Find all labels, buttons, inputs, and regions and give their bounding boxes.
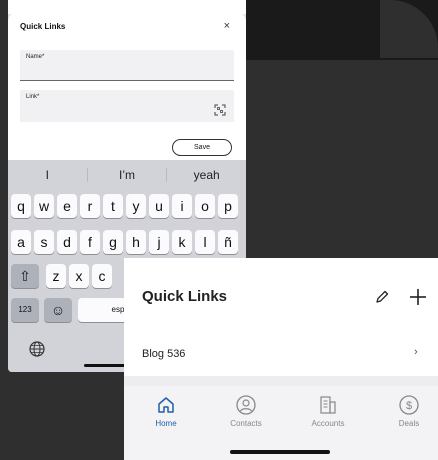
key-j[interactable]: j: [149, 230, 169, 254]
link-field[interactable]: Link*: [20, 90, 234, 122]
section-divider: [124, 376, 438, 386]
key-e[interactable]: e: [57, 194, 77, 218]
key-l[interactable]: l: [195, 230, 215, 254]
key-x[interactable]: x: [69, 264, 89, 288]
chevron-right-icon: ›: [414, 346, 418, 358]
key-w[interactable]: w: [34, 194, 54, 218]
suggestion-bar: I I’m yeah: [8, 160, 246, 190]
key-k[interactable]: k: [172, 230, 192, 254]
modal-title: Quick Links: [20, 22, 66, 31]
key-y[interactable]: y: [126, 194, 146, 218]
numbers-key[interactable]: 123: [11, 298, 39, 322]
home-indicator: [230, 450, 330, 454]
tab-home[interactable]: Home: [127, 394, 205, 438]
key-t[interactable]: t: [103, 194, 123, 218]
page-title: Quick Links: [142, 288, 228, 305]
key-a[interactable]: a: [11, 230, 31, 254]
key-h[interactable]: h: [126, 230, 146, 254]
pencil-icon[interactable]: [374, 289, 390, 305]
shift-key[interactable]: ⇧: [11, 264, 39, 288]
key-d[interactable]: d: [57, 230, 77, 254]
key-r[interactable]: r: [80, 194, 100, 218]
quick-links-header: Quick Links: [124, 258, 438, 332]
key-g[interactable]: g: [103, 230, 123, 254]
svg-text:$: $: [406, 400, 412, 412]
key-n-tilde[interactable]: ñ: [218, 230, 238, 254]
tab-label: Home: [155, 419, 177, 428]
save-button[interactable]: Save: [172, 139, 232, 156]
tab-label: Accounts: [311, 419, 345, 428]
key-p[interactable]: p: [218, 194, 238, 218]
key-o[interactable]: o: [195, 194, 215, 218]
key-c[interactable]: c: [92, 264, 112, 288]
suggestion-item[interactable]: I’m: [88, 160, 167, 190]
contacts-icon: [236, 395, 256, 415]
key-q[interactable]: q: [11, 194, 31, 218]
home-icon: [158, 397, 174, 413]
key-f[interactable]: f: [80, 230, 100, 254]
quick-links-screen: Quick Links Blog 536 › Home Contacts Acc…: [124, 258, 438, 460]
accounts-icon: [320, 396, 336, 414]
key-u[interactable]: u: [149, 194, 169, 218]
tab-label: Deals: [398, 419, 420, 428]
list-item[interactable]: Blog 536 ›: [124, 332, 438, 376]
qr-scan-icon[interactable]: [214, 104, 226, 116]
dollar-icon: $: [399, 395, 419, 415]
tab-deals[interactable]: $ Deals: [370, 394, 438, 438]
tab-bar: Home Contacts Accounts $ Deals: [124, 386, 438, 460]
tab-accounts[interactable]: Accounts: [289, 394, 367, 438]
close-icon[interactable]: ×: [224, 20, 230, 32]
list-item-label: Blog 536: [142, 348, 186, 360]
name-field-label: Name*: [26, 54, 45, 60]
suggestion-item[interactable]: I: [8, 160, 87, 190]
key-i[interactable]: i: [172, 194, 192, 218]
tab-label: Contacts: [230, 419, 262, 428]
name-field[interactable]: Name*: [20, 50, 234, 81]
plus-icon[interactable]: [408, 287, 428, 307]
key-z[interactable]: z: [46, 264, 66, 288]
suggestion-item[interactable]: yeah: [167, 160, 246, 190]
link-field-label: Link*: [26, 94, 40, 100]
emoji-key[interactable]: ☺: [44, 298, 72, 322]
globe-icon[interactable]: [28, 340, 46, 358]
key-s[interactable]: s: [34, 230, 54, 254]
tab-contacts[interactable]: Contacts: [207, 394, 285, 438]
quick-links-modal: Quick Links × Name* Link* Save: [8, 12, 246, 160]
